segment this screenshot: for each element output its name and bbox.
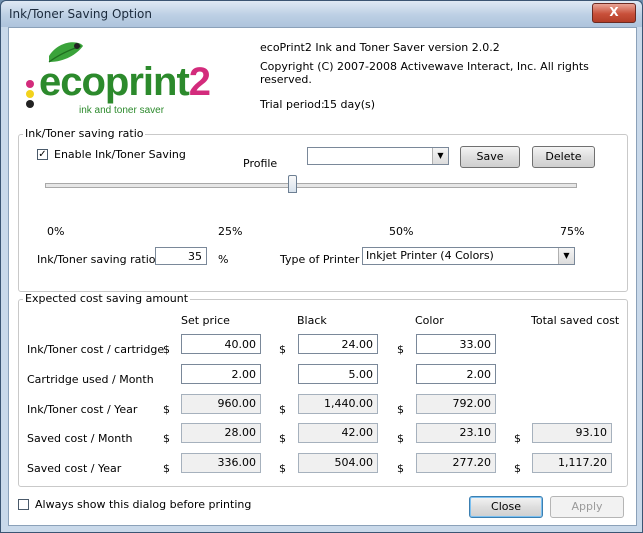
saving-ratio-slider-track[interactable]: [45, 183, 577, 188]
close-button[interactable]: Close: [469, 496, 543, 518]
saving-ratio-slider-thumb[interactable]: [288, 175, 298, 193]
always-show-checkbox[interactable]: [18, 499, 29, 510]
dialog-window: Ink/Toner Saving Option X ecoprint2 ink …: [0, 0, 643, 533]
set-price-saved-year-output: 336.00: [181, 453, 261, 473]
row-label: Saved cost / Year: [27, 462, 122, 475]
black-saved-year-output: 504.00: [298, 453, 378, 473]
currency-symbol: $: [514, 432, 521, 445]
tick-label-50: 50%: [389, 225, 414, 238]
saving-ratio-input[interactable]: 35: [155, 247, 207, 265]
checkmark-icon: ✓: [38, 149, 47, 160]
profile-label: Profile: [243, 157, 278, 170]
black-header: Black: [297, 314, 327, 327]
currency-symbol: $: [163, 462, 170, 475]
set-price-saved-month-output: 28.00: [181, 423, 261, 443]
row-label: Saved cost / Month: [27, 432, 133, 445]
delete-profile-button[interactable]: Delete: [532, 146, 595, 168]
trial-period-value: 15 day(s): [323, 98, 376, 111]
cost-saving-legend: Expected cost saving amount: [23, 292, 191, 305]
currency-symbol: $: [163, 432, 170, 445]
printer-type-combobox[interactable]: Inkjet Printer (4 Colors) ▼: [362, 247, 575, 265]
currency-symbol: $: [279, 343, 286, 356]
currency-symbol: $: [279, 462, 286, 475]
chevron-down-icon[interactable]: ▼: [558, 248, 574, 264]
currency-symbol: $: [397, 462, 404, 475]
saving-ratio-legend: Ink/Toner saving ratio: [23, 127, 146, 140]
color-saved-month-output: 23.10: [416, 423, 496, 443]
copyright-text: Copyright (C) 2007-2008 Activewave Inter…: [260, 60, 589, 86]
tick-label-0: 0%: [47, 225, 65, 238]
color-header: Color: [415, 314, 444, 327]
total-saved-month-output: 93.10: [532, 423, 612, 443]
save-profile-button[interactable]: Save: [460, 146, 520, 168]
dialog-body: ecoprint2 ink and toner saver ecoPrint2 …: [8, 27, 637, 526]
set-price-yearly-output: 960.00: [181, 394, 261, 414]
row-label: Ink/Toner cost / cartridge: [27, 343, 165, 356]
set-price-header: Set price: [181, 314, 230, 327]
apply-button[interactable]: Apply: [550, 496, 624, 518]
saving-ratio-unit: %: [218, 253, 229, 266]
trial-period-label: Trial period:: [260, 98, 325, 111]
set-price-used-input[interactable]: 2.00: [181, 364, 261, 384]
printer-type-value: Inkjet Printer (4 Colors): [366, 249, 494, 262]
logo-tagline: ink and toner saver: [79, 105, 165, 116]
tick-label-75: 75%: [560, 225, 585, 238]
printer-type-label: Type of Printer: [280, 253, 360, 266]
black-cartridge-input[interactable]: 24.00: [298, 334, 378, 354]
window-title: Ink/Toner Saving Option: [9, 7, 152, 21]
currency-symbol: $: [514, 462, 521, 475]
currency-symbol: $: [163, 403, 170, 416]
total-saved-header: Total saved cost: [531, 314, 620, 327]
currency-symbol: $: [279, 432, 286, 445]
color-cartridge-input[interactable]: 33.00: [416, 334, 496, 354]
currency-symbol: $: [397, 343, 404, 356]
cost-saving-group: Expected cost saving amount Set price Bl…: [18, 292, 628, 487]
window-close-button[interactable]: X: [592, 3, 636, 23]
currency-symbol: $: [397, 403, 404, 416]
chevron-down-icon[interactable]: ▼: [432, 148, 448, 164]
row-label: Ink/Toner cost / Year: [27, 403, 138, 416]
set-price-cartridge-input[interactable]: 40.00: [181, 334, 261, 354]
always-show-label: Always show this dialog before printing: [35, 498, 252, 511]
currency-symbol: $: [163, 343, 170, 356]
color-used-input[interactable]: 2.00: [416, 364, 496, 384]
currency-symbol: $: [397, 432, 404, 445]
logo-wordmark: ecoprint2: [39, 60, 211, 104]
color-yearly-output: 792.00: [416, 394, 496, 414]
enable-saving-label: Enable Ink/Toner Saving: [54, 148, 186, 161]
color-saved-year-output: 277.20: [416, 453, 496, 473]
black-saved-month-output: 42.00: [298, 423, 378, 443]
version-text: ecoPrint2 Ink and Toner Saver version 2.…: [260, 41, 500, 54]
tick-label-25: 25%: [218, 225, 243, 238]
ecoprint-logo: ecoprint2 ink and toner saver: [19, 38, 219, 116]
title-bar[interactable]: Ink/Toner Saving Option X: [1, 1, 642, 27]
saving-ratio-group: Ink/Toner saving ratio ✓ Enable Ink/Tone…: [18, 127, 628, 292]
black-yearly-output: 1,440.00: [298, 394, 378, 414]
saving-ratio-label: Ink/Toner saving ratio: [37, 253, 156, 266]
black-used-input[interactable]: 5.00: [298, 364, 378, 384]
row-label: Cartridge used / Month: [27, 373, 154, 386]
profile-combobox[interactable]: ▼: [307, 147, 449, 165]
total-saved-year-output: 1,117.20: [532, 453, 612, 473]
currency-symbol: $: [279, 403, 286, 416]
enable-saving-checkbox[interactable]: ✓: [37, 149, 48, 160]
